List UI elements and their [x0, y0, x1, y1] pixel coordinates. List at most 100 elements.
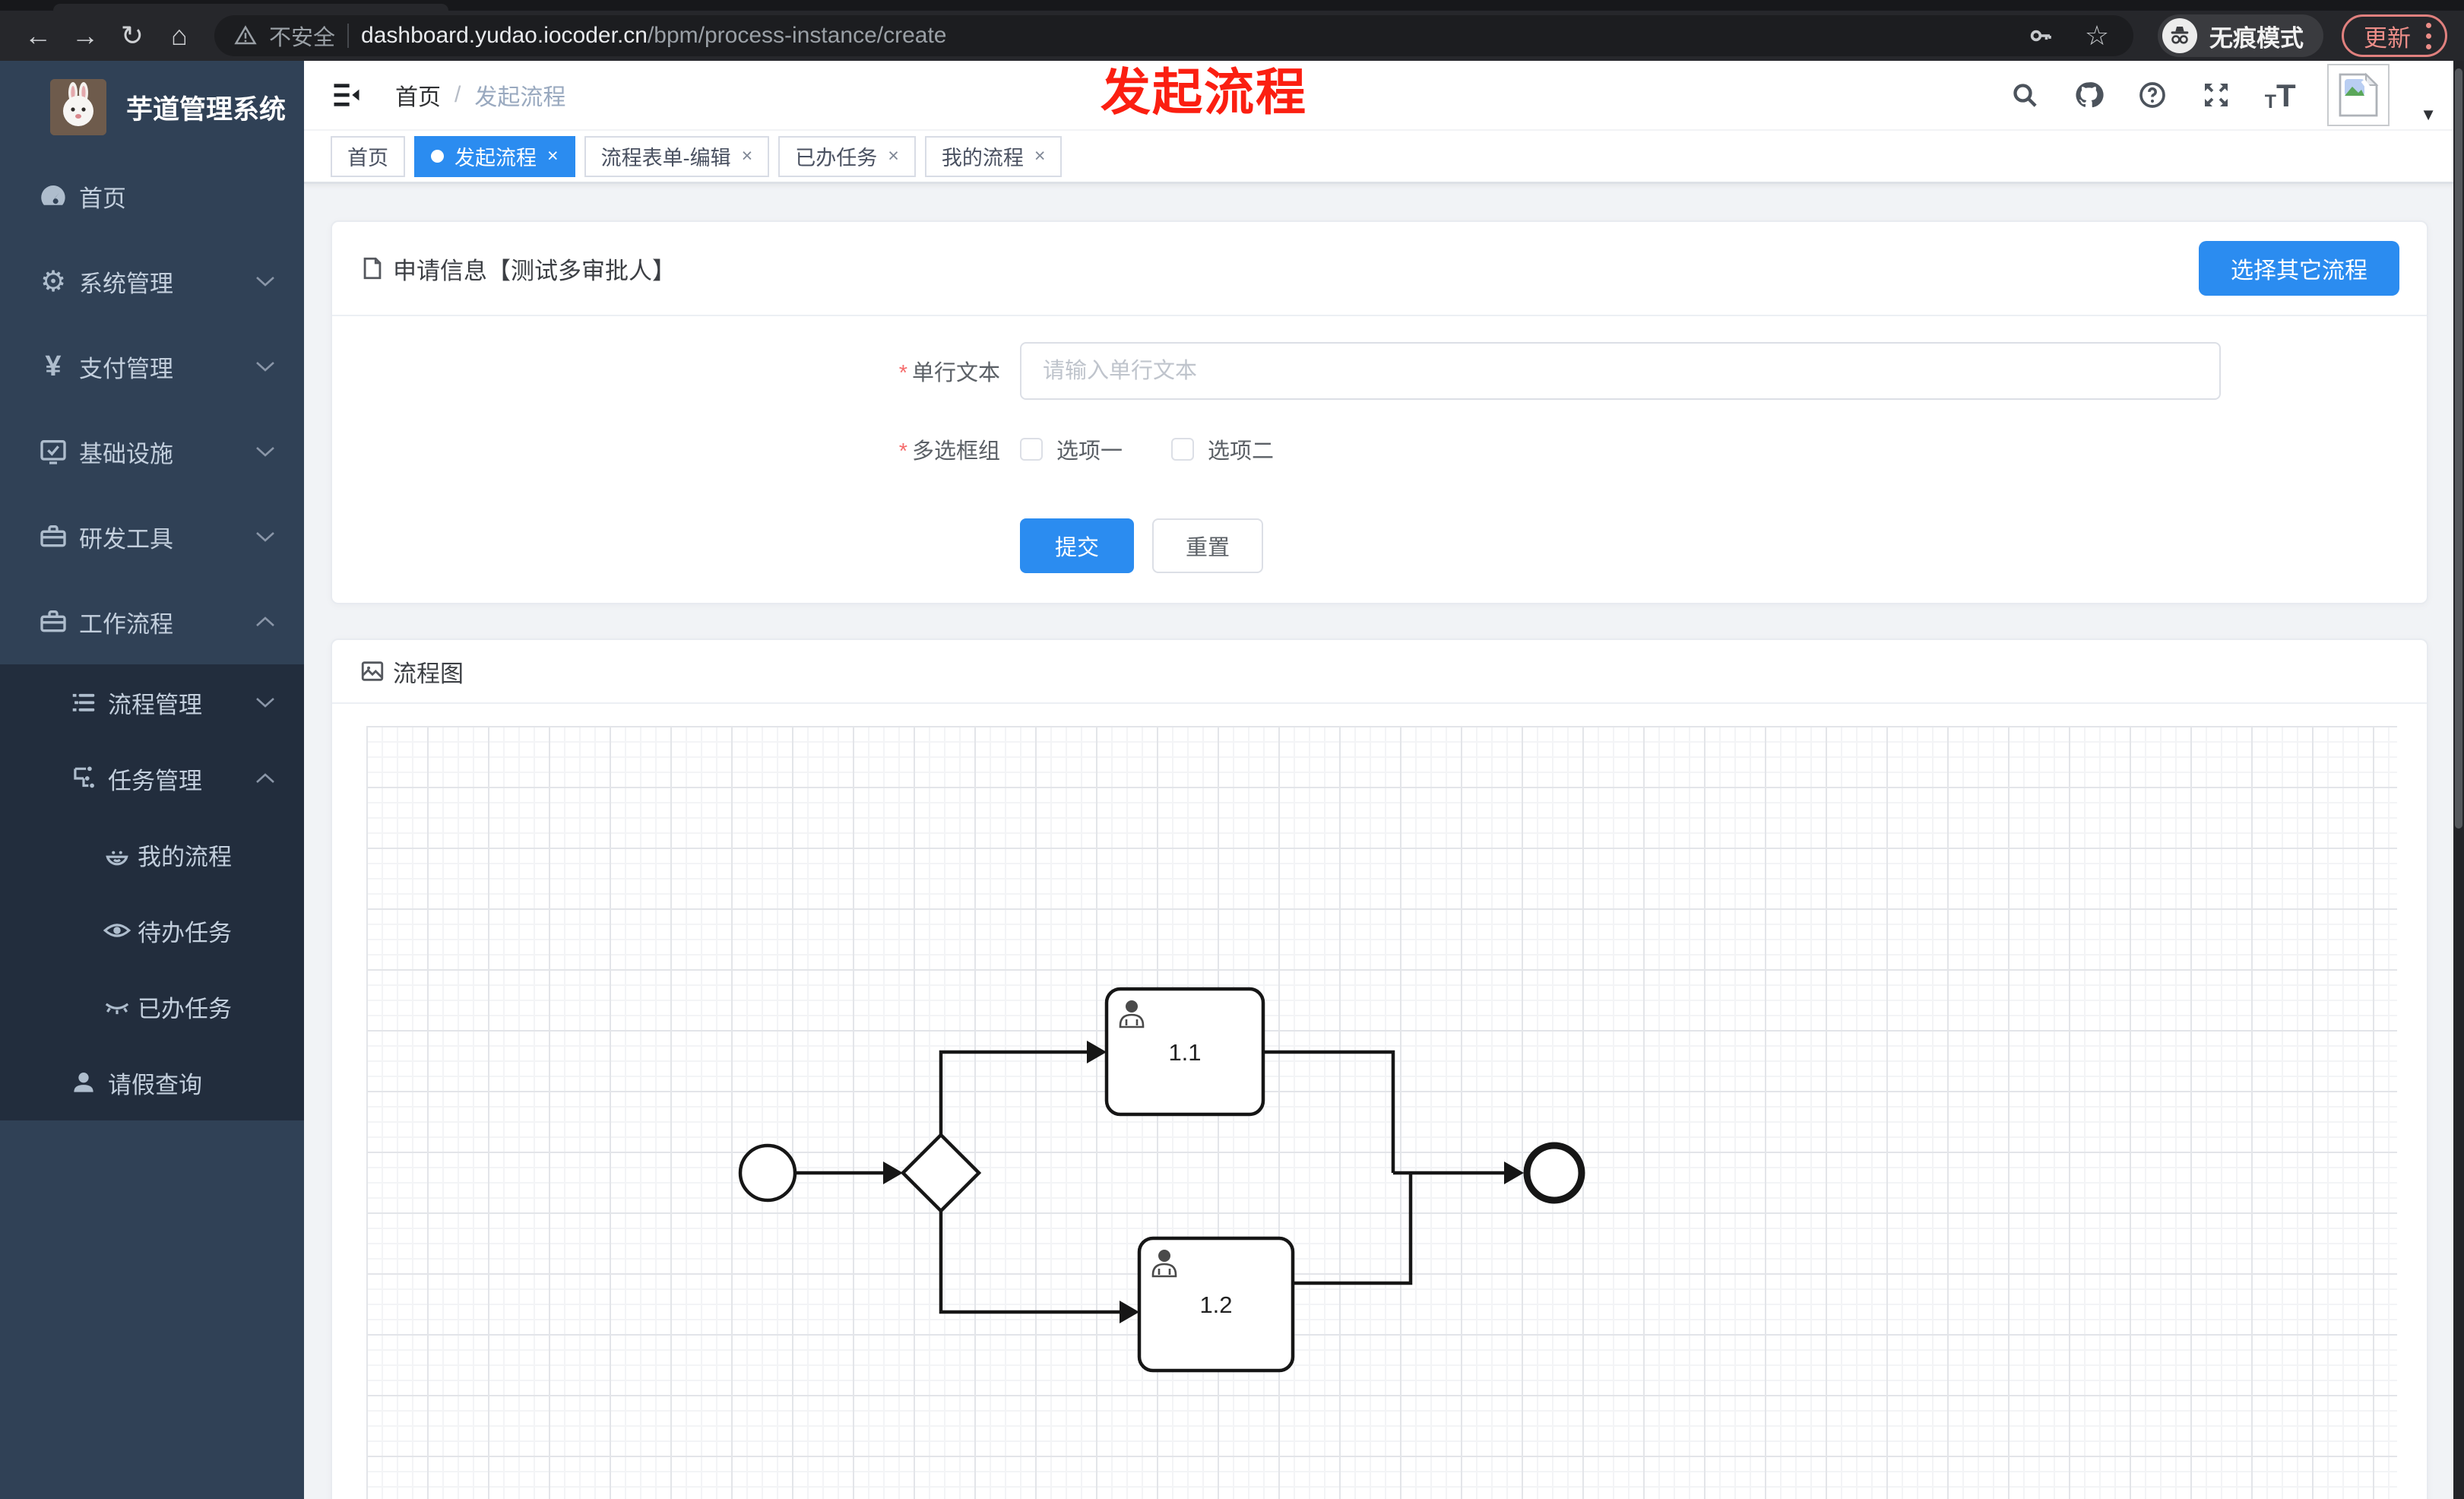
- sidebar-item-my-process[interactable]: 我的流程: [0, 816, 304, 892]
- omnibox-divider: [347, 24, 350, 48]
- sidebar-item-process-mgmt[interactable]: 流程管理: [0, 664, 304, 740]
- fullscreen-icon[interactable]: [2200, 78, 2233, 112]
- list-icon: [64, 688, 103, 717]
- toolbox-icon: [33, 521, 73, 552]
- task1-label: 1.1: [1168, 1039, 1201, 1066]
- close-icon[interactable]: ×: [742, 145, 753, 167]
- sidebar-item-payment[interactable]: ¥ 支付管理: [0, 324, 304, 409]
- branch-icon: [64, 764, 103, 793]
- url-text: dashboard.yudao.iocoder.cn/bpm/process-i…: [361, 23, 947, 48]
- tag-home[interactable]: 首页: [331, 135, 405, 177]
- sidebar-item-leave-query[interactable]: 请假查询: [0, 1044, 304, 1120]
- workflow-submenu: 流程管理 任务管理 我的流程 待办任务 已办任务 请假查询: [0, 664, 304, 1120]
- sidebar-item-system[interactable]: ⚙ 系统管理: [0, 239, 304, 324]
- checkbox-icon[interactable]: [1171, 438, 1195, 461]
- eye-open-icon: [97, 916, 137, 945]
- breadcrumb-separator: /: [454, 82, 461, 107]
- sidebar-item-workflow[interactable]: 工作流程: [0, 579, 304, 664]
- browser-menu-icon[interactable]: [2426, 22, 2431, 49]
- required-marker: *: [898, 439, 907, 464]
- app-title: 芋道管理系统: [126, 94, 287, 125]
- breadcrumb-current: 发起流程: [474, 85, 566, 110]
- incognito-icon: [2162, 18, 2197, 53]
- form-card-header: 申请信息【测试多审批人】 选择其它流程: [332, 222, 2427, 316]
- app-header: 首页 / 发起流程 TT ▼: [304, 61, 2464, 129]
- tag-my-process[interactable]: 我的流程 ×: [924, 135, 1063, 177]
- sidebar-item-infra[interactable]: 基础设施: [0, 409, 304, 494]
- page-scrollbar[interactable]: [2453, 61, 2464, 1499]
- required-marker: *: [898, 361, 907, 385]
- avatar[interactable]: [2327, 64, 2390, 126]
- forward-icon[interactable]: →: [64, 14, 106, 57]
- home-icon[interactable]: ⌂: [158, 14, 201, 57]
- browser-update-button[interactable]: 更新: [2342, 14, 2447, 57]
- annotation-text: 发起流程: [1101, 64, 1307, 120]
- submit-button[interactable]: 提交: [1020, 518, 1135, 573]
- security-label: 不安全: [269, 26, 336, 50]
- chevron-down-icon: [255, 360, 275, 372]
- bookmark-star-icon[interactable]: ☆: [2080, 19, 2114, 52]
- close-icon[interactable]: ×: [547, 145, 559, 167]
- chevron-down-icon: [255, 275, 275, 287]
- sidebar-item-task-mgmt[interactable]: 任务管理: [0, 740, 304, 816]
- breadcrumb: 首页 / 发起流程: [395, 78, 565, 112]
- bpmn-start-event: [738, 1143, 797, 1203]
- chevron-down-icon: [255, 445, 275, 458]
- bpmn-grid: 1.1 1.2: [366, 726, 2397, 1499]
- sidebar-menu: 首页 ⚙ 系统管理 ¥ 支付管理 基础设施 研发工具 工作流程 流程管理 任务管…: [0, 154, 304, 1120]
- person-icon: [64, 1068, 103, 1097]
- field-label-checkbox-group: * 多选框组: [898, 439, 1000, 464]
- close-icon[interactable]: ×: [888, 145, 899, 167]
- font-size-icon[interactable]: TT: [2263, 78, 2297, 112]
- scrollbar-thumb[interactable]: [2455, 68, 2462, 829]
- process-diagram-card: 流程图 1.1 1.2: [331, 639, 2428, 1499]
- url-bar[interactable]: 不安全 dashboard.yudao.iocoder.cn/bpm/proce…: [214, 15, 2133, 56]
- image-icon: [359, 658, 385, 684]
- reset-button[interactable]: 重置: [1152, 518, 1264, 573]
- help-icon[interactable]: [2136, 78, 2169, 112]
- chevron-down-icon: [255, 696, 275, 708]
- task2-label: 1.2: [1199, 1291, 1232, 1318]
- checkbox-option-2[interactable]: 选项二: [1171, 433, 1274, 465]
- back-icon[interactable]: ←: [17, 14, 59, 57]
- incognito-label: 无痕模式: [2209, 24, 2304, 52]
- search-icon[interactable]: [2008, 78, 2041, 112]
- checkbox-icon[interactable]: [1020, 438, 1043, 461]
- application-form-card: 申请信息【测试多审批人】 选择其它流程 *单行文本 *多选框组 选项一 选项二: [331, 220, 2428, 604]
- sidebar-item-devtools[interactable]: 研发工具: [0, 494, 304, 579]
- gear-icon: ⚙: [40, 265, 67, 298]
- bpmn-end-event: [1523, 1142, 1585, 1204]
- avatar-dropdown-caret[interactable]: ▼: [2420, 105, 2437, 125]
- update-label: 更新: [2364, 24, 2411, 52]
- sidebar-item-home[interactable]: 首页: [0, 154, 304, 239]
- choose-other-process-button[interactable]: 选择其它流程: [2199, 241, 2399, 296]
- single-text-input[interactable]: [1020, 342, 2221, 400]
- browser-active-tab[interactable]: [53, 4, 448, 11]
- close-icon[interactable]: ×: [1034, 145, 1046, 167]
- chevron-up-icon: [255, 616, 275, 628]
- sidebar-item-done-tasks[interactable]: 已办任务: [0, 968, 304, 1044]
- form-card-title: 申请信息【测试多审批人】: [393, 257, 676, 284]
- chevron-up-icon: [255, 772, 275, 784]
- tag-form-edit[interactable]: 流程表单-编辑 ×: [584, 135, 770, 177]
- diagram-card-title: 流程图: [393, 660, 464, 687]
- sidebar-item-todo-tasks[interactable]: 待办任务: [0, 892, 304, 968]
- field-label-single-text: * 单行文本: [898, 361, 1000, 385]
- tag-start-process[interactable]: 发起流程 ×: [414, 135, 575, 177]
- chevron-down-icon: [255, 531, 275, 543]
- browser-tab-strip: [0, 0, 2464, 11]
- sidebar-collapse-icon[interactable]: [330, 78, 363, 112]
- monitor-check-icon: [33, 436, 73, 467]
- reload-icon[interactable]: ↻: [111, 14, 154, 57]
- tag-done-tasks[interactable]: 已办任务 ×: [778, 135, 916, 177]
- github-icon[interactable]: [2072, 78, 2105, 112]
- incognito-badge: 无痕模式: [2158, 14, 2323, 57]
- document-icon: [359, 255, 385, 281]
- eye-closed-icon: [97, 992, 137, 1021]
- main-content: 申请信息【测试多审批人】 选择其它流程 *单行文本 *多选框组 选项一 选项二: [304, 184, 2464, 1499]
- key-icon[interactable]: [2024, 19, 2057, 52]
- active-dot-icon: [431, 150, 444, 163]
- sidebar: 芋道管理系统 首页 ⚙ 系统管理 ¥ 支付管理 基础设施 研发工具 工作流程 流…: [0, 61, 304, 1499]
- breadcrumb-home[interactable]: 首页: [395, 78, 441, 112]
- checkbox-option-1[interactable]: 选项一: [1020, 433, 1123, 465]
